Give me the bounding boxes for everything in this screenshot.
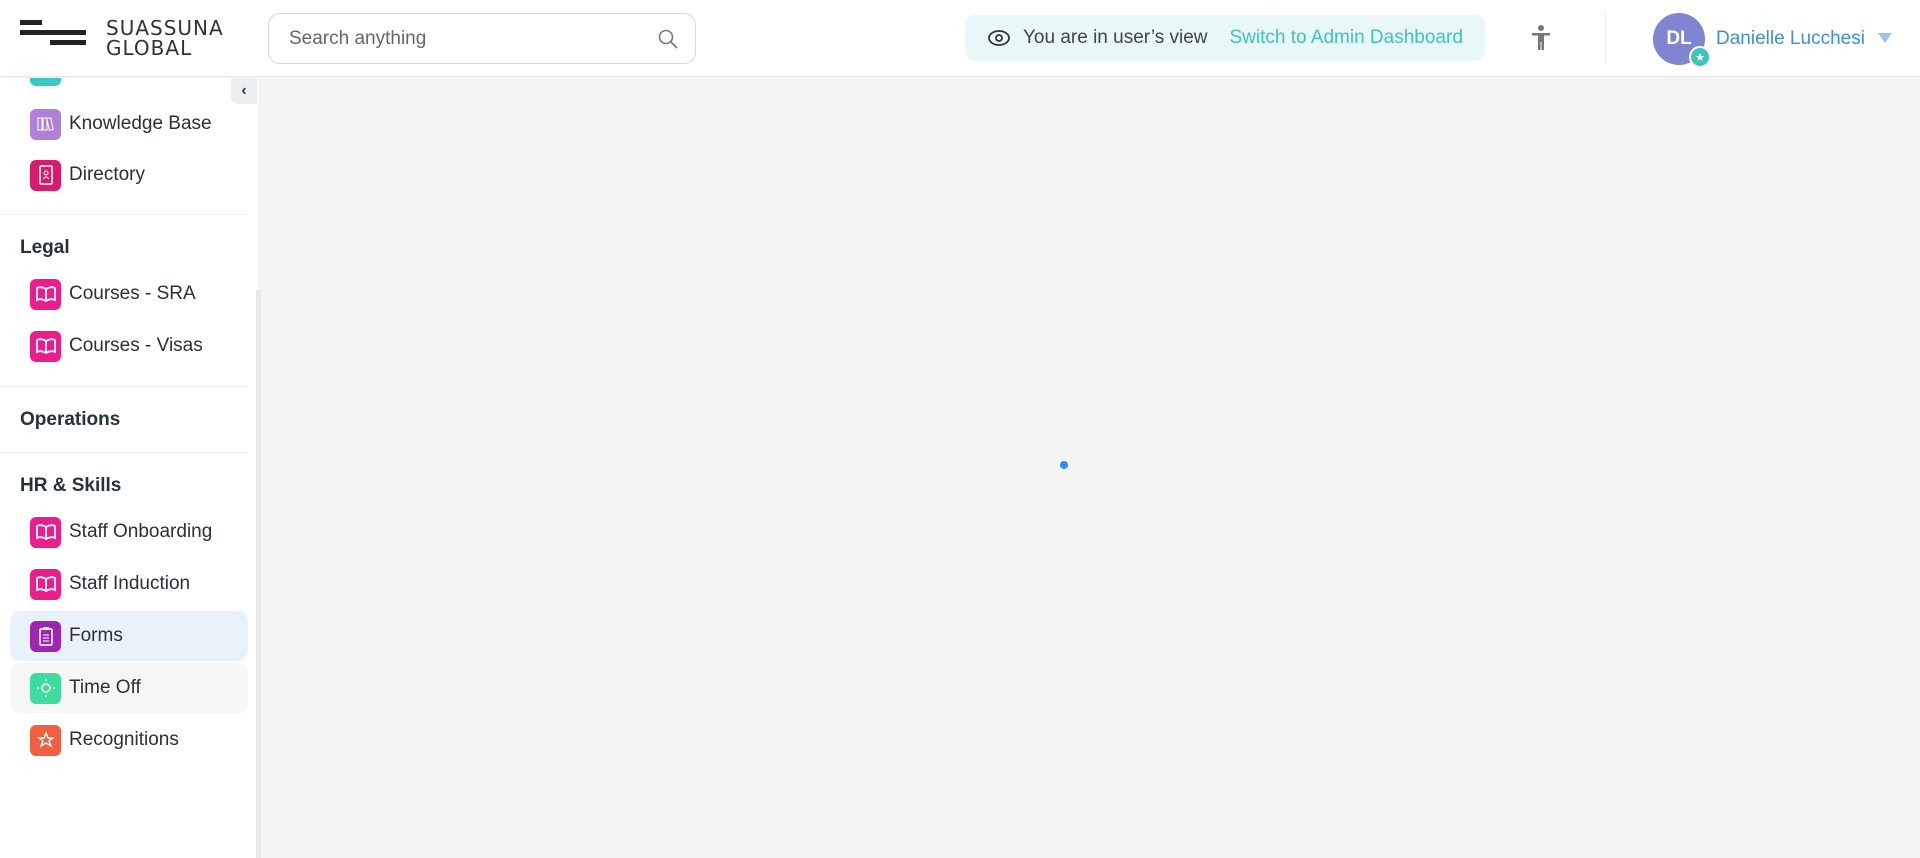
eye-icon xyxy=(988,30,1010,46)
divider xyxy=(0,386,248,387)
loading-spinner xyxy=(1060,461,1068,469)
divider xyxy=(0,214,248,215)
sidebar-item-staff-onboarding[interactable]: Staff Onboarding xyxy=(10,507,248,557)
header-divider xyxy=(1605,12,1606,64)
top-header: SUASSUNAGLOBAL You are in user’s view Sw… xyxy=(0,0,1920,77)
sidebar-item-forms[interactable]: Forms xyxy=(10,611,248,661)
search-box[interactable] xyxy=(268,13,696,64)
view-notice: You are in user’s view xyxy=(1023,27,1208,48)
partial-app-icon xyxy=(30,78,61,86)
sidebar-item-knowledge-base[interactable]: Knowledge Base xyxy=(10,99,248,149)
sidebar-scrollbar[interactable] xyxy=(256,290,261,858)
sidebar-item-label: Staff Induction xyxy=(69,573,191,594)
sidebar-item-courses-sra[interactable]: Courses - SRA xyxy=(10,269,248,319)
sidebar-item-time-off[interactable]: Time Off xyxy=(10,663,248,713)
logo-text[interactable]: SUASSUNA GLOBAL xyxy=(106,18,224,58)
sidebar-item-label: Knowledge Base xyxy=(69,113,212,134)
search-icon[interactable] xyxy=(657,28,679,50)
clipboard-icon xyxy=(30,620,61,652)
search-input[interactable] xyxy=(289,28,649,50)
star-badge-icon: ★ xyxy=(1689,46,1711,68)
address-book-icon xyxy=(30,159,61,191)
book-icon xyxy=(30,330,61,362)
logo-icon[interactable] xyxy=(20,20,86,56)
book-icon xyxy=(30,516,61,548)
sidebar-item-courses-visas[interactable]: Courses - Visas xyxy=(10,321,248,371)
sidebar-item-label: Directory xyxy=(69,164,146,185)
section-operations[interactable]: Operations xyxy=(20,409,120,431)
user-view-banner: You are in user’s view Switch to Admin D… xyxy=(965,15,1485,61)
sidebar-item-label: Time Off xyxy=(69,677,141,698)
sidebar-item-directory[interactable]: Directory xyxy=(10,150,248,200)
user-name[interactable]: Danielle Lucchesi xyxy=(1716,28,1865,50)
books-icon xyxy=(30,108,61,140)
sidebar-item-staff-induction[interactable]: Staff Induction xyxy=(10,559,248,609)
star-icon xyxy=(30,724,61,756)
sidebar-item-label: Forms xyxy=(69,625,123,646)
book-icon xyxy=(30,278,61,310)
accessibility-icon[interactable] xyxy=(1528,24,1554,52)
sidebar-item-label: Courses - Visas xyxy=(69,335,203,356)
chevron-down-icon[interactable] xyxy=(1878,33,1892,43)
sidebar: Knowledge Base Directory Legal Courses -… xyxy=(0,78,258,858)
divider xyxy=(0,452,248,453)
book-icon xyxy=(30,568,61,600)
collapse-sidebar-button[interactable]: ‹ xyxy=(231,78,257,104)
sidebar-item-label: Courses - SRA xyxy=(69,283,196,304)
sidebar-item-recognitions[interactable]: Recognitions xyxy=(10,715,248,765)
sun-icon xyxy=(30,672,61,704)
sidebar-item-label: Staff Onboarding xyxy=(69,521,213,542)
section-legal: Legal xyxy=(20,237,70,258)
switch-admin-link[interactable]: Switch to Admin Dashboard xyxy=(1229,27,1462,49)
sidebar-item-label: Recognitions xyxy=(69,729,179,750)
section-hr-skills: HR & Skills xyxy=(20,475,122,496)
